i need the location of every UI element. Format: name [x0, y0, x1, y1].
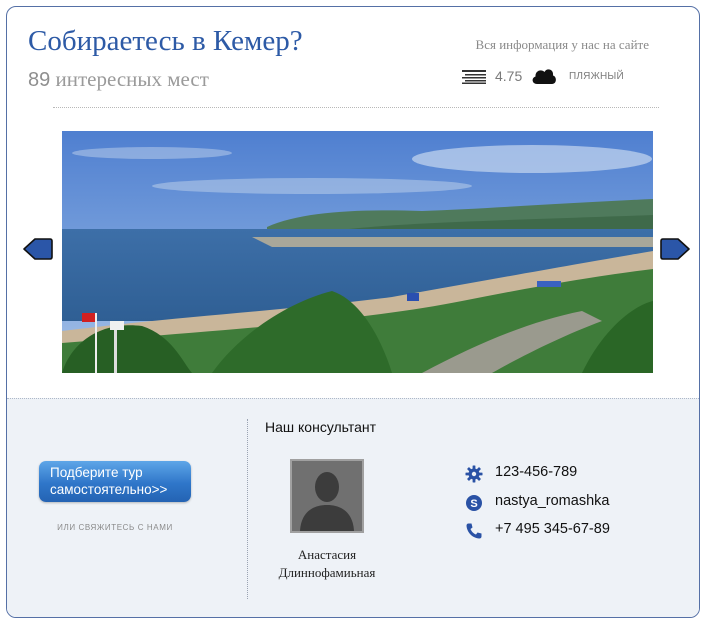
contact-value[interactable]: nastya_romashka [495, 493, 609, 509]
contact-panel: Подберите тур самостоятельно>> ИЛИ СВЯЖИ… [7, 398, 699, 617]
widget-card: Собираетесь в Кемер? 89 интересных мест … [6, 6, 700, 618]
tour-button-line2: самостоятельно>> [50, 482, 168, 497]
temperature-value: 4.75 [495, 68, 523, 84]
gear-icon [465, 465, 483, 483]
avatar [290, 459, 364, 533]
consultant-first-name: Анастасия [297, 547, 357, 562]
arrow-left-icon[interactable] [22, 235, 54, 263]
contact-value[interactable]: +7 495 345-67-89 [495, 521, 610, 537]
consultant-heading: Наш консультант [265, 419, 377, 435]
consultant-name: Анастасия Длиннофамиьная [245, 546, 409, 582]
tour-button-line1: Подберите тур [50, 465, 143, 480]
weather-widget: 4.75 ПЛЯЖНЫЙ [462, 66, 652, 88]
sea-waves-icon [462, 70, 486, 84]
beach-type-label: ПЛЯЖНЫЙ [569, 71, 624, 82]
consultant-last-name: Длиннофамиьная [278, 565, 376, 580]
choose-tour-button[interactable]: Подберите тур самостоятельно>> [39, 461, 191, 502]
header-separator [53, 107, 659, 108]
person-silhouette-icon [300, 472, 354, 531]
arrow-right-icon[interactable] [659, 235, 691, 263]
places-count: 89 [28, 69, 51, 91]
svg-text:S: S [470, 498, 477, 510]
info-link[interactable]: Вся информация у нас на сайте [476, 37, 649, 53]
cloud-icon [532, 69, 556, 84]
page-title: Собираетесь в Кемер? [28, 25, 303, 57]
skype-icon: S [466, 494, 482, 511]
resort-photo [62, 131, 653, 373]
contact-us-link[interactable]: ИЛИ СВЯЖИТЕСЬ С НАМИ [43, 523, 187, 532]
places-summary: 89 интересных мест [28, 67, 209, 92]
places-label: интересных мест [55, 67, 209, 91]
contact-value[interactable]: 123-456-789 [495, 464, 577, 480]
phone-icon [466, 523, 482, 539]
